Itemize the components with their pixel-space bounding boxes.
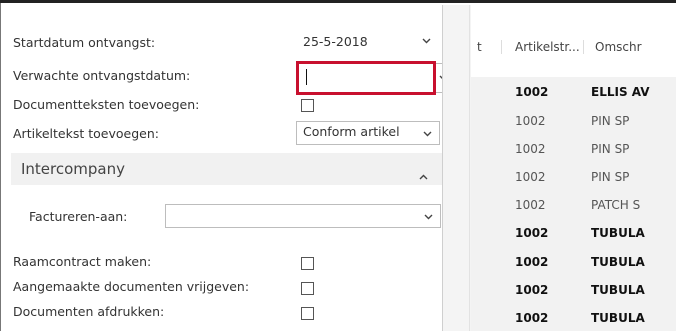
print-docs-checkbox[interactable]: [301, 307, 314, 320]
text-cursor: [306, 69, 307, 85]
scrollbar-edge: [469, 5, 470, 331]
start-date-dropdown[interactable]: 25-5-2018: [296, 31, 457, 55]
item-number-cell: 1002: [515, 114, 546, 128]
expected-date-label: Verwachte ontvangstdatum:: [13, 68, 191, 83]
start-date-label: Startdatum ontvangst:: [13, 35, 156, 50]
description-cell: PATCH S: [591, 198, 641, 212]
column-header-partial[interactable]: t: [477, 40, 482, 54]
section-title: Intercompany: [21, 160, 126, 178]
column-header-description[interactable]: Omschr: [595, 40, 642, 54]
table-row[interactable]: 1002 ELLIS AV: [471, 77, 676, 107]
table-row[interactable]: 1002 PIN SP: [471, 106, 676, 136]
column-separator: [501, 40, 502, 54]
table-row[interactable]: 1002 PIN SP: [471, 134, 676, 164]
doc-texts-label: Documentteksten toevoegen:: [13, 97, 200, 112]
options-panel: Startdatum ontvangst: 25-5-2018 Verwacht…: [1, 5, 457, 331]
panel-scrollbar[interactable]: [443, 5, 471, 331]
table-row[interactable]: 1002 TUBULA: [471, 247, 676, 277]
release-docs-checkbox[interactable]: [301, 282, 314, 295]
description-cell: PIN SP: [591, 170, 630, 184]
lines-grid: t Artikelstr... Omschr 1002 ELLIS AV 1002 P…: [471, 5, 676, 331]
frame-contract-checkbox[interactable]: [301, 257, 314, 270]
invoice-to-dropdown[interactable]: [165, 204, 441, 228]
description-cell: TUBULA: [591, 226, 645, 240]
chevron-down-icon: [423, 131, 432, 139]
description-cell: PIN SP: [591, 142, 630, 156]
intercompany-section-header[interactable]: Intercompany: [11, 153, 442, 185]
grid-header: t Artikelstr... Omschr: [471, 5, 676, 77]
item-text-dropdown[interactable]: Conform artikel: [296, 121, 440, 145]
frame-contract-label: Raamcontract maken:: [13, 254, 152, 269]
table-row[interactable]: 1002 PATCH S: [471, 190, 676, 220]
item-number-cell: 1002: [515, 142, 546, 156]
description-cell: PIN SP: [591, 114, 630, 128]
invoice-to-label: Factureren-aan:: [29, 209, 128, 224]
column-header-item[interactable]: Artikelstr...: [515, 40, 580, 54]
item-number-cell: 1002: [515, 283, 549, 297]
start-date-value: 25-5-2018: [303, 34, 368, 49]
table-row[interactable]: 1002 PIN SP: [471, 162, 676, 192]
description-cell: TUBULA: [591, 283, 645, 297]
item-number-cell: 1002: [515, 226, 549, 240]
item-number-cell: 1002: [515, 170, 546, 184]
chevron-down-icon: [422, 38, 431, 46]
table-row[interactable]: 1002 TUBULA: [471, 275, 676, 305]
chevron-down-icon: [424, 214, 433, 222]
item-number-cell: 1002: [515, 255, 549, 269]
release-docs-label: Aangemaakte documenten vrijgeven:: [13, 279, 250, 294]
chevron-up-icon: [419, 165, 428, 184]
table-row[interactable]: 1002 TUBULA: [471, 303, 676, 331]
description-cell: TUBULA: [591, 311, 645, 325]
table-row[interactable]: 1002 TUBULA: [471, 218, 676, 248]
description-cell: ELLIS AV: [591, 85, 650, 99]
item-number-cell: 1002: [515, 198, 546, 212]
expected-date-input[interactable]: [296, 61, 436, 95]
grid-body: 1002 ELLIS AV 1002 PIN SP 1002 PIN SP 1002 PIN …: [471, 77, 676, 331]
item-number-cell: 1002: [515, 311, 549, 325]
description-cell: TUBULA: [591, 255, 645, 269]
item-number-cell: 1002: [515, 85, 549, 99]
print-docs-label: Documenten afdrukken:: [13, 304, 165, 319]
column-separator: [583, 40, 584, 54]
item-text-value: Conform artikel: [303, 124, 400, 139]
item-text-label: Artikeltekst toevoegen:: [13, 126, 159, 141]
doc-texts-checkbox[interactable]: [301, 99, 314, 112]
